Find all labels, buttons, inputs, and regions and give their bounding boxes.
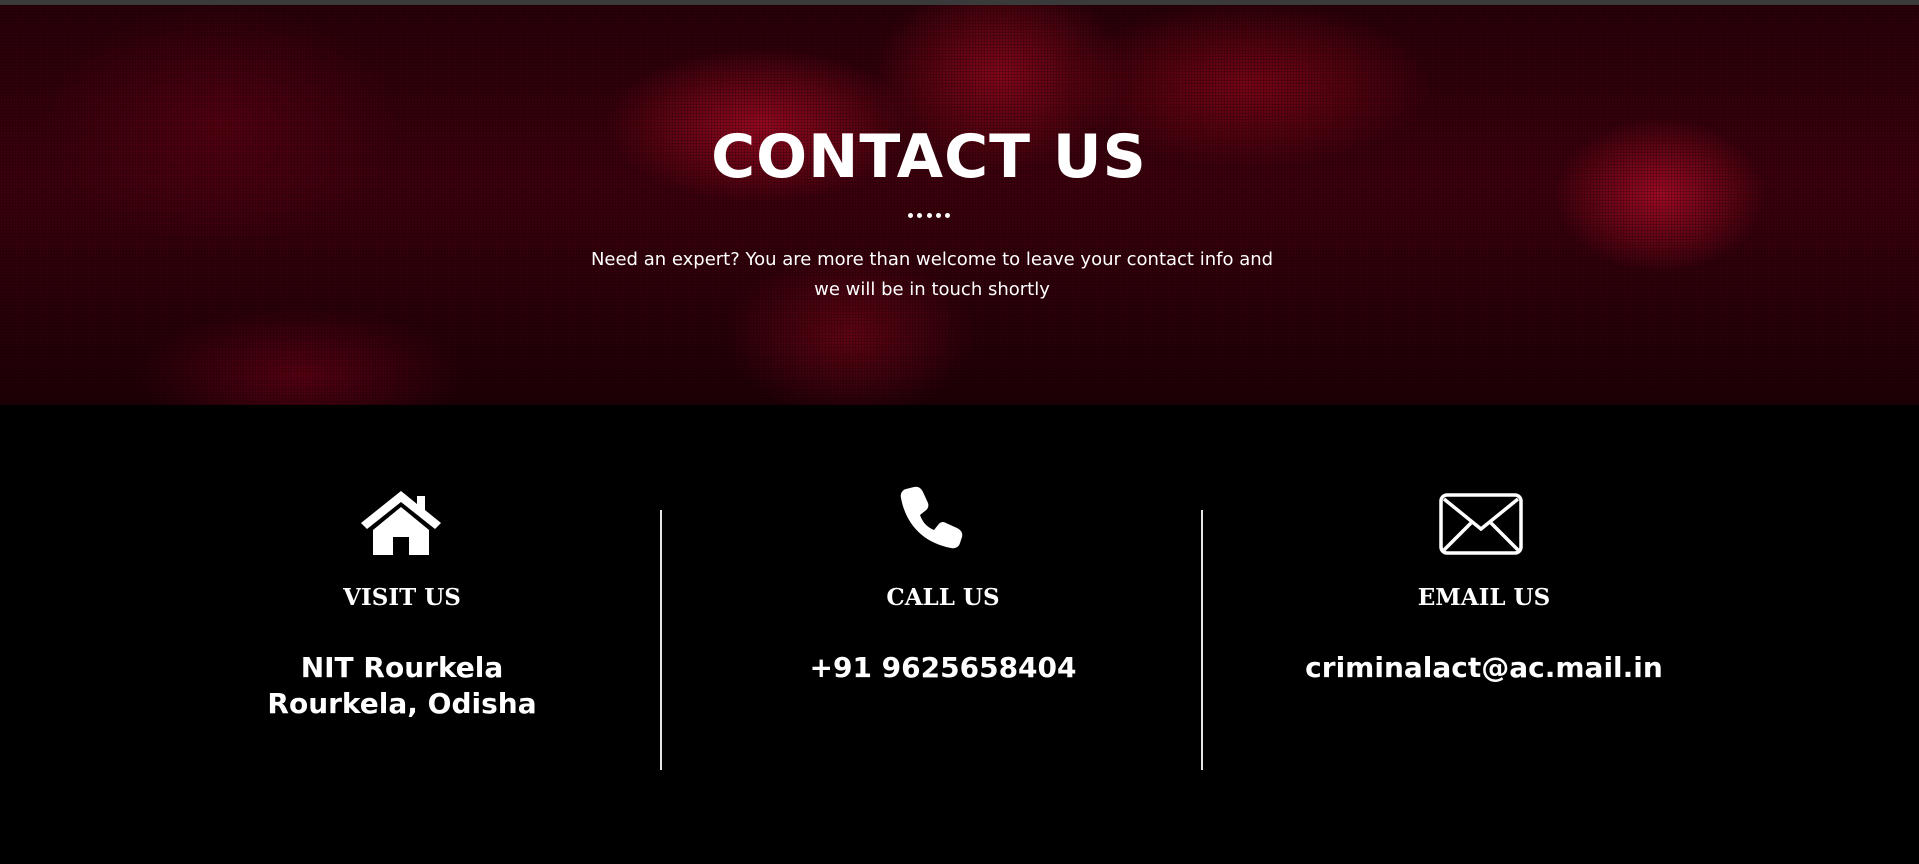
- call-us-label: CALL US: [886, 584, 1000, 611]
- dot: [917, 213, 923, 218]
- hero-subtitle: Need an expert? You are more than welcom…: [590, 245, 1274, 305]
- home-icon: [361, 491, 441, 555]
- contact-info-section: VISIT US NIT Rourkela Rourkela, Odisha C…: [0, 405, 1919, 864]
- visit-us-address: NIT Rourkela Rourkela, Odisha: [132, 650, 672, 722]
- page-title: CONTACT US: [711, 122, 1147, 192]
- phone-icon: [900, 486, 963, 549]
- visit-us-label: VISIT US: [343, 584, 461, 611]
- hero-subtitle-line-1: Need an expert? You are more than welcom…: [590, 249, 1274, 270]
- dot: [908, 213, 913, 218]
- title-dots-divider: [908, 213, 950, 219]
- column-divider: [660, 510, 662, 770]
- column-divider: [1201, 510, 1203, 770]
- phone-number[interactable]: +91 9625658404: [673, 650, 1213, 686]
- dot: [926, 213, 932, 218]
- address-line-1: NIT Rourkela: [300, 651, 504, 684]
- contact-hero: CONTACT US Need an expert? You are more …: [0, 5, 1919, 405]
- address-line-2: Rourkela, Odisha: [267, 687, 537, 720]
- email-us-label: EMAIL US: [1417, 584, 1551, 611]
- dot: [935, 213, 941, 218]
- dot: [945, 213, 950, 218]
- hero-subtitle-line-2: we will be in touch shortly: [814, 279, 1050, 300]
- email-address[interactable]: criminalact@ac.mail.in: [1214, 650, 1754, 686]
- envelope-icon: [1439, 493, 1523, 555]
